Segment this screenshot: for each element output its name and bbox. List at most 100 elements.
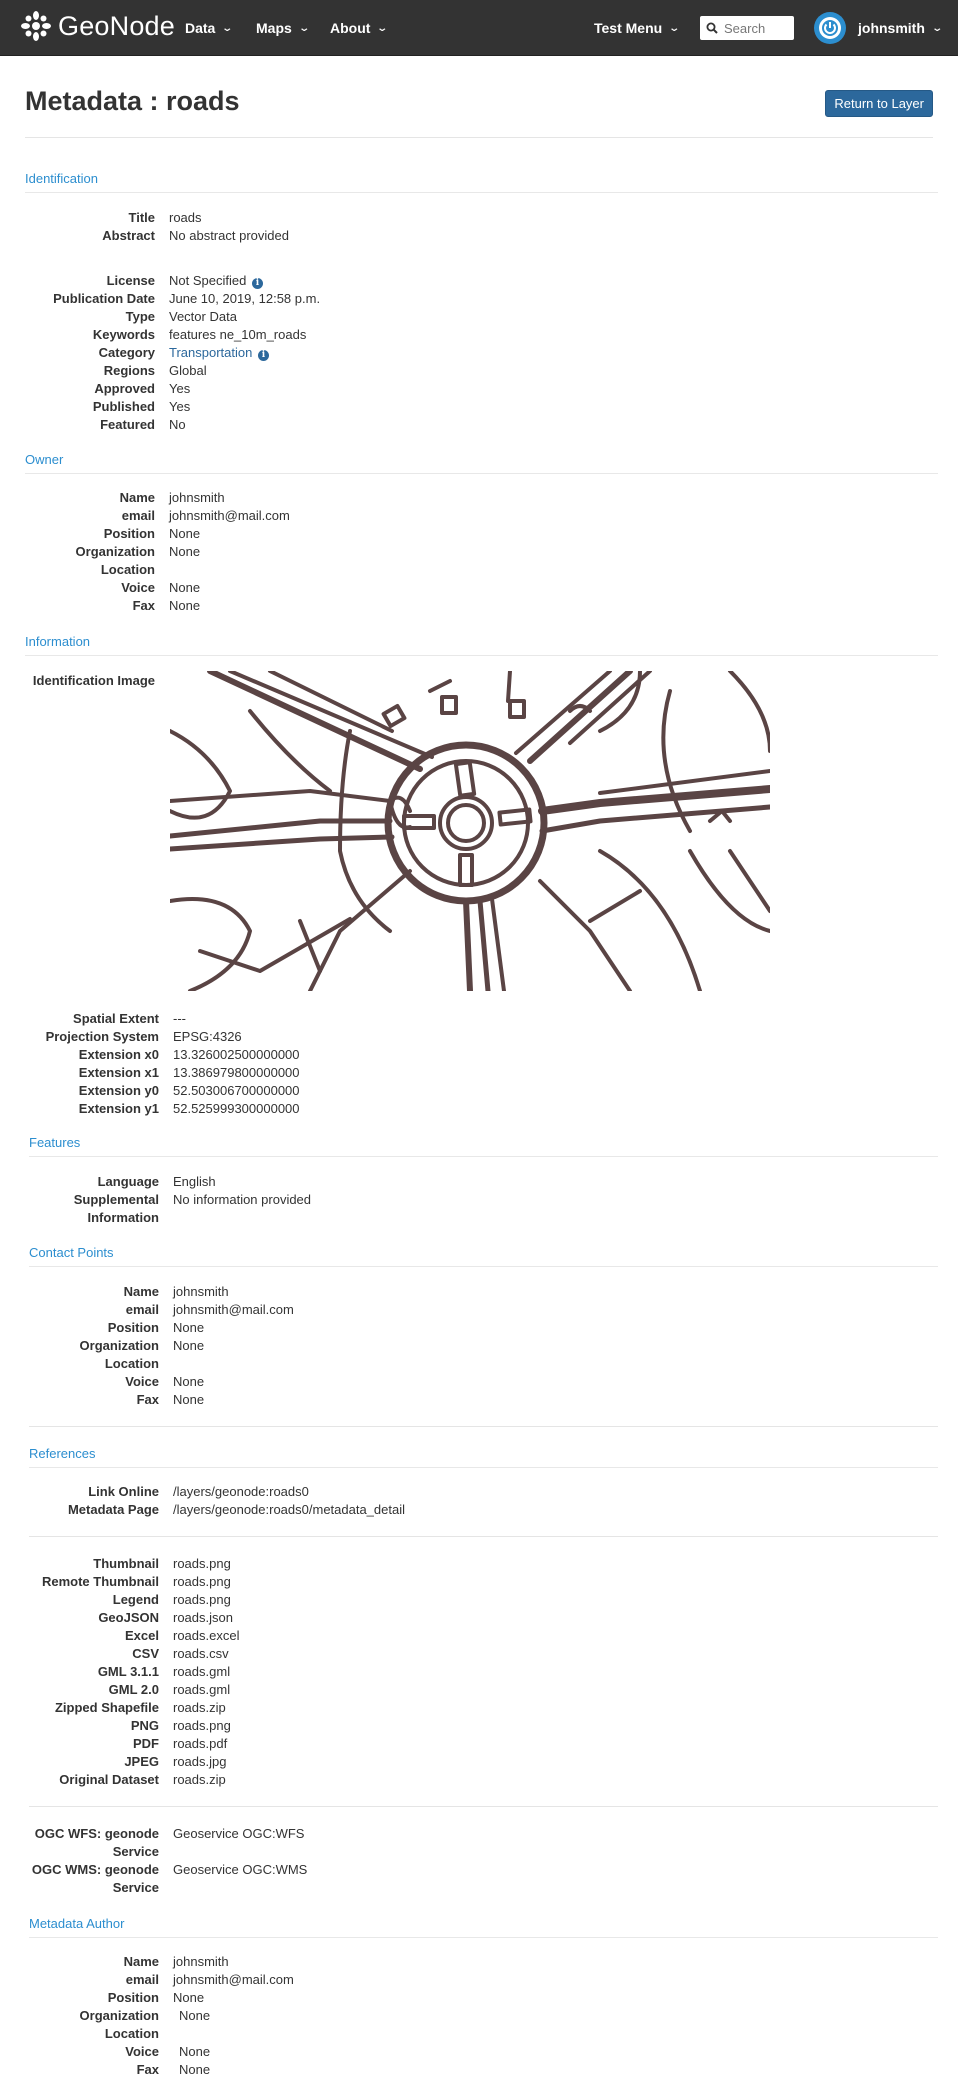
service-wfs-cont: Service xyxy=(29,1843,938,1861)
field-label: Language xyxy=(97,1174,159,1189)
field-label: GeoJSON xyxy=(98,1610,159,1625)
download-link[interactable]: roads.gml xyxy=(173,1681,230,1699)
field-label: Approved xyxy=(94,381,155,396)
field-label: PNG xyxy=(130,1718,159,1733)
brand-logo[interactable]: GeoNode xyxy=(20,10,175,42)
field-label: Information xyxy=(87,1210,160,1225)
search-input[interactable] xyxy=(724,20,790,36)
field-name: Name johnsmith xyxy=(29,1953,938,1971)
field-label: Publication Date xyxy=(53,291,155,306)
field-email: email johnsmith@mail.com xyxy=(29,1971,938,1989)
category-link[interactable]: Transportation xyxy=(169,345,252,360)
field-value: None xyxy=(173,1990,205,2005)
field-value: Transportation i xyxy=(169,344,269,362)
field-label: Organization xyxy=(79,2008,159,2023)
geoservice-wms-link[interactable]: Geoservice OGC:WMS xyxy=(173,1861,307,1879)
page-content: Metadata : roads Return to Layer xyxy=(0,56,958,138)
user-menu[interactable]: johnsmith ⌄ xyxy=(858,20,943,36)
download-gml-311: GML 3.1.1 roads.gml xyxy=(29,1663,938,1681)
download-link[interactable]: roads.png xyxy=(173,1573,231,1591)
field-organization: Organization None xyxy=(29,2007,938,2025)
field-value: None xyxy=(169,526,201,541)
field-supplemental-information-cont: Information xyxy=(29,1209,938,1227)
power-icon xyxy=(819,17,841,39)
field-label: email xyxy=(125,1972,159,1987)
section-heading-information: Information xyxy=(25,634,938,656)
download-link[interactable]: roads.png xyxy=(173,1555,231,1573)
field-value: EPSG:4326 xyxy=(173,1029,242,1044)
chevron-down-icon: ⌄ xyxy=(221,22,234,34)
download-link[interactable]: roads.zip xyxy=(173,1699,226,1717)
field-label: Keywords xyxy=(92,327,155,342)
field-value: Not Specified i xyxy=(169,272,263,290)
field-value: 13.326002500000000 xyxy=(173,1047,300,1062)
contact-section: Contact Points xyxy=(29,1245,938,1267)
field-value: --- xyxy=(173,1011,186,1026)
section-heading-contact-points: Contact Points xyxy=(29,1245,938,1267)
field-label: Location xyxy=(104,1356,159,1371)
road-map-thumbnail xyxy=(170,671,770,991)
field-label: Category xyxy=(98,345,155,360)
download-link[interactable]: roads.json xyxy=(173,1609,233,1627)
download-link[interactable]: roads.jpg xyxy=(173,1753,226,1771)
info-icon[interactable]: i xyxy=(251,278,263,289)
nav-menu-maps[interactable]: Maps ⌄ xyxy=(256,20,310,36)
field-label: Abstract xyxy=(102,228,155,243)
field-organization: Organization None xyxy=(25,543,938,561)
field-label: JPEG xyxy=(124,1754,159,1769)
return-to-layer-button[interactable]: Return to Layer xyxy=(825,90,933,117)
field-label: Organization xyxy=(75,544,155,559)
field-label: Location xyxy=(100,562,155,577)
field-value: johnsmith xyxy=(169,490,225,505)
section-heading-identification: Identification xyxy=(25,171,938,193)
download-excel: Excel roads.excel xyxy=(29,1627,938,1645)
download-link[interactable]: roads.csv xyxy=(173,1645,229,1663)
download-link[interactable]: roads.gml xyxy=(173,1663,230,1681)
nav-menu-test[interactable]: Test Menu ⌄ xyxy=(594,20,680,36)
field-value: No xyxy=(169,417,186,432)
field-publication-date: Publication Date June 10, 2019, 12:58 p.m… xyxy=(25,290,938,308)
section-heading-references: References xyxy=(29,1446,938,1468)
field-label: OGC WFS: geonode xyxy=(34,1826,159,1841)
field-abstract: Abstract No abstract provided xyxy=(25,227,938,245)
field-value: None xyxy=(179,2062,211,2077)
nav-menu-data[interactable]: Data ⌄ xyxy=(185,20,234,36)
download-zipped-shapefile: Zipped Shapefile roads.zip xyxy=(29,1699,938,1717)
download-link[interactable]: roads.png xyxy=(173,1591,231,1609)
field-position: Position None xyxy=(25,525,938,543)
info-icon[interactable]: i xyxy=(257,350,269,361)
field-value: None xyxy=(173,1320,205,1335)
metadata-page-link[interactable]: /layers/geonode:roads0/metadata_detail xyxy=(173,1501,405,1519)
field-label: Excel xyxy=(125,1628,159,1643)
owner-list: Name johnsmith email johnsmith@mail.com Po… xyxy=(25,489,938,615)
field-voice: Voice None xyxy=(29,2043,938,2061)
field-extension-y0: Extension y0 52.503006700000000 xyxy=(29,1082,938,1100)
link-online[interactable]: /layers/geonode:roads0 xyxy=(173,1483,309,1501)
field-value: 13.386979800000000 xyxy=(173,1065,300,1080)
field-label: email xyxy=(125,1302,159,1317)
field-value: None xyxy=(173,1374,205,1389)
field-extension-x0: Extension x0 13.326002500000000 xyxy=(29,1046,938,1064)
download-link[interactable]: roads.excel xyxy=(173,1627,239,1645)
service-wms: OGC WMS: geonode Geoservice OGC:WMS xyxy=(29,1861,938,1879)
page-header: Metadata : roads Return to Layer xyxy=(25,56,933,138)
download-link[interactable]: roads.pdf xyxy=(173,1735,227,1753)
chevron-down-icon: ⌄ xyxy=(931,22,943,34)
identification-details: License Not Specified i Publication Date J… xyxy=(25,272,938,434)
avatar[interactable] xyxy=(814,12,846,44)
identification-list: Title roads Abstract No abstract provided xyxy=(25,209,938,245)
nav-menu-about[interactable]: About ⌄ xyxy=(330,20,389,36)
field-label: Extension x1 xyxy=(78,1065,159,1080)
download-link[interactable]: roads.zip xyxy=(173,1771,226,1789)
field-value: johnsmith@mail.com xyxy=(169,508,290,523)
field-label: Name xyxy=(119,490,155,505)
field-name: Name johnsmith xyxy=(25,489,938,507)
geoservice-wfs-link[interactable]: Geoservice OGC:WFS xyxy=(173,1825,304,1843)
service-wms-cont: Service xyxy=(29,1879,938,1897)
download-link[interactable]: roads.png xyxy=(173,1717,231,1735)
field-label: Featured xyxy=(100,417,155,432)
field-voice: Voice None xyxy=(25,579,938,597)
field-approved: Approved Yes xyxy=(25,380,938,398)
section-heading-owner: Owner xyxy=(25,452,938,474)
field-location: Location xyxy=(25,561,938,579)
